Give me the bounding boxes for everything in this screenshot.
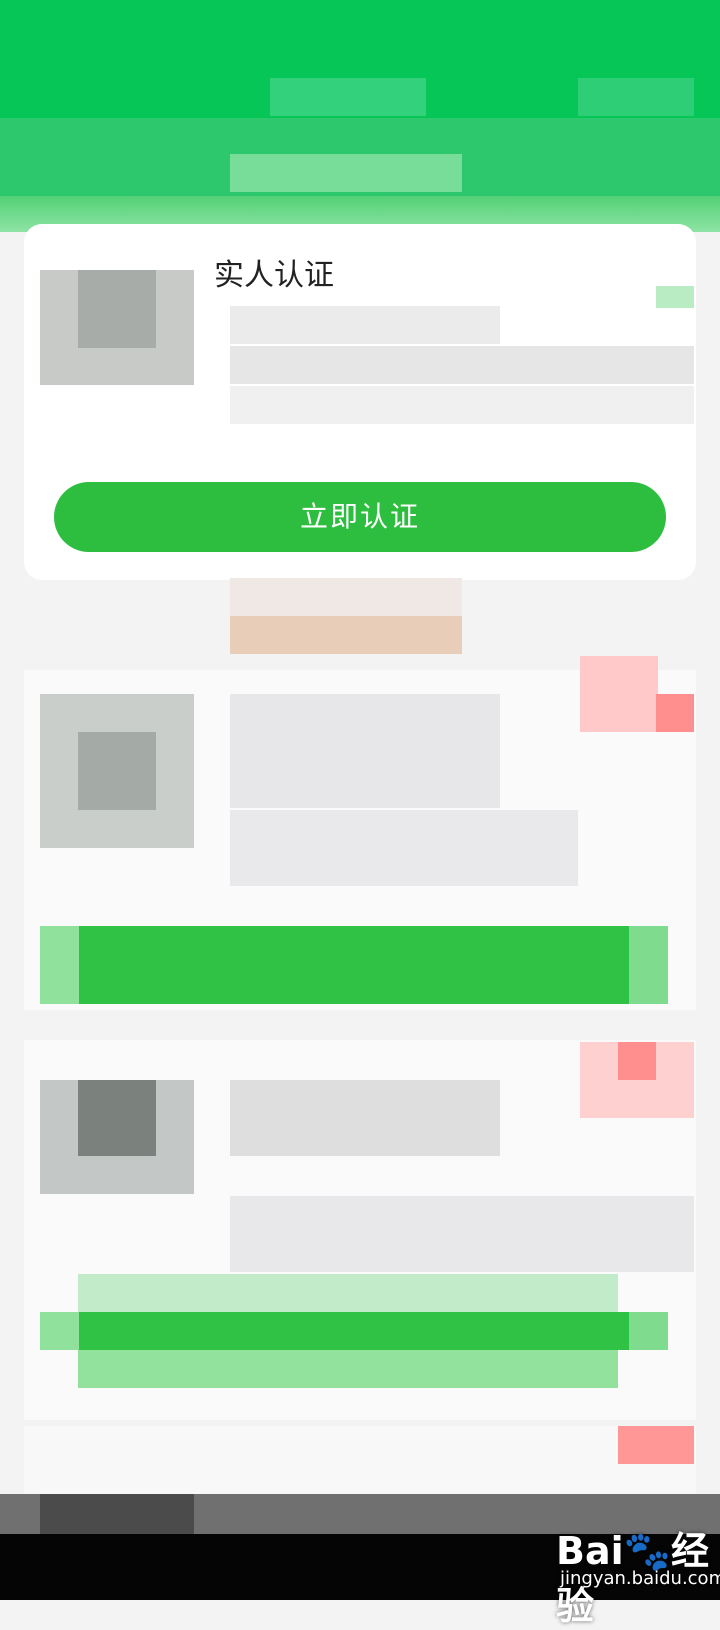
watermark-url: jingyan.baidu.com xyxy=(560,1568,720,1589)
task-1-text-blurred-2 xyxy=(230,810,578,886)
promo-blurred-top xyxy=(230,578,462,616)
verify-desc-blurred-3 xyxy=(230,386,694,424)
header-blurred-icon xyxy=(578,78,694,116)
promo-blurred-bottom xyxy=(230,616,462,654)
bottom-nav-item-blurred[interactable] xyxy=(40,1494,194,1534)
task-2-bar-bottom-blurred xyxy=(78,1350,618,1388)
task-2-bar-top-blurred xyxy=(78,1274,618,1312)
header-blurred-text xyxy=(270,78,426,116)
task-card-3-partial xyxy=(24,1426,696,1494)
verify-card-title: 实人认证 xyxy=(198,248,350,304)
verify-desc-blurred-1 xyxy=(230,306,500,344)
task-1-avatar-center xyxy=(78,732,156,810)
verify-badge-blurred xyxy=(656,286,694,308)
task-1-action-button-blurred[interactable] xyxy=(40,926,668,1004)
task-1-text-blurred-1 xyxy=(230,694,500,808)
task-2-text-blurred-1 xyxy=(230,1080,500,1156)
header-blurred-subtitle xyxy=(230,154,462,192)
verify-desc-blurred-2 xyxy=(230,346,694,384)
task-2-action-button-blurred[interactable] xyxy=(40,1312,668,1350)
verify-now-button[interactable]: 立即认证 xyxy=(54,482,666,552)
task-2-badge-dot xyxy=(618,1042,656,1080)
verify-avatar-center xyxy=(78,270,156,348)
task-2-avatar-center xyxy=(78,1080,156,1156)
task-2-text-blurred-2 xyxy=(230,1196,694,1272)
task-1-badge-blurred xyxy=(580,656,658,732)
task-1-badge-dot xyxy=(656,694,694,732)
task-3-badge-blurred xyxy=(618,1426,694,1464)
